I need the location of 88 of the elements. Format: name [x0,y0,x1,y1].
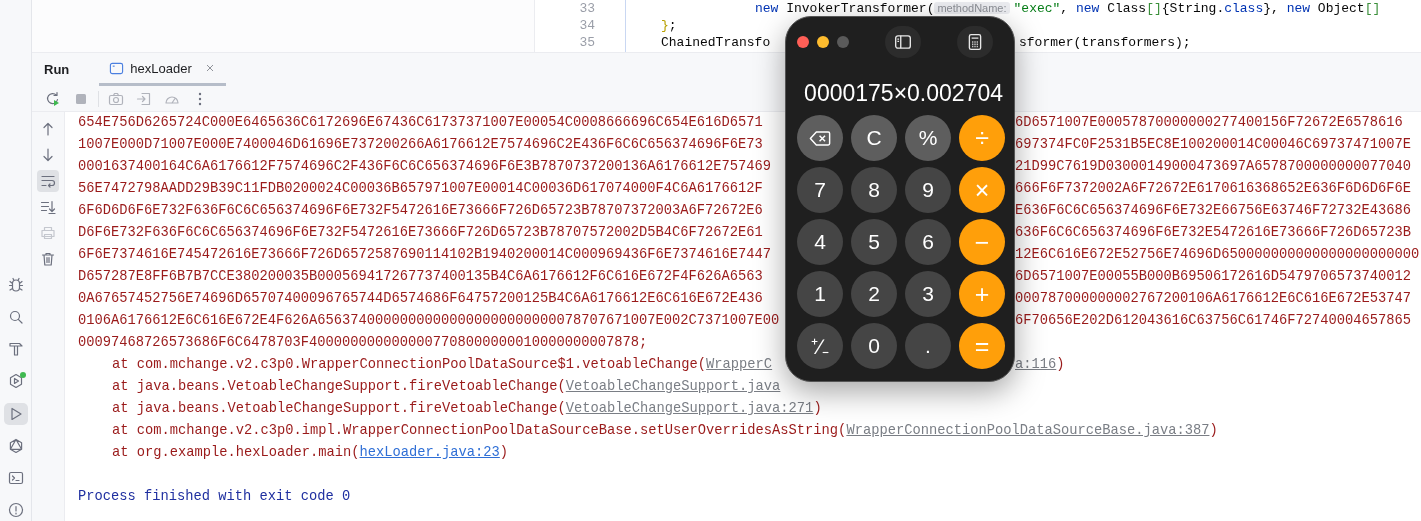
calculator-key[interactable]: 9 [905,167,951,213]
calculator-key[interactable]: 8 [851,167,897,213]
stack-trace-text: at java.beans.VetoableChangeSupport.fireVetoableChange( [112,401,566,416]
code-line: ChainedTransfo [661,34,771,51]
output-text: 6D6571007E00055B000B69506172616D5479706573740012 [1015,268,1412,286]
paren-text: ) [499,445,509,460]
stack-trace-text: at com.mchange.v2.c3p0.impl.WrapperConnectionPoolDataSourceBase.setUserOverridesAsString( [112,423,847,438]
calculator-key[interactable]: % [905,115,951,161]
backspace-key[interactable] [797,115,843,161]
calculator-key[interactable]: 1 [797,271,843,317]
source-link[interactable]: WrapperC [706,357,773,372]
output-text: D6F6E732F636F6C6C656374696F6E732F5472616E73666F726D65723B78707572002D5B4C6F72672E61 [78,224,763,242]
calculator-key[interactable]: ⁺∕₋ [797,323,843,369]
output-text: 666F6F7372002A6F72672E6170616368652E636F6D6D6F6E [1015,180,1412,198]
backspace-icon [809,129,831,147]
calculator-key[interactable]: 7 [797,167,843,213]
output-text: 1007E000D71007E000E7400046D61696E737200266A6176612E7574696C2E436F6C6C656374696F6E73 [78,136,763,154]
output-text: 21D99C7619D03000149000473697A6578700000000077040 [1015,158,1412,176]
trash-icon [40,251,56,267]
output-text: 0001637400164C6A6176612F7574696C2F436F6C6C656374696F6E3B7870737200136A6176612E757469 [78,158,772,176]
arrow-down-icon [40,147,56,163]
terminal-icon [7,469,24,486]
window-control-button[interactable] [817,35,829,48]
paren-text: ) [813,401,822,416]
source-link[interactable]: VetoableChangeSupport.java:271 [565,401,814,416]
stack-trace-text: at com.mchange.v2.c3p0.WrapperConnectionPoolDataSource$1.vetoableChange( [112,357,707,372]
graph-icon [7,437,24,454]
source-link[interactable]: a:116 [1015,357,1057,372]
output-text: 636F6C6C656374696F6E732E5472616E73666F726D65723B [1015,224,1412,242]
hexagon-play-icon [7,373,24,390]
output-text: 6F6E7374616E745472616E73666F726D6572587690114102B1940200014C000969436F6E7374616E7447 [78,246,772,264]
calculator-key[interactable]: 6 [905,219,951,265]
calculator-icon [966,32,984,51]
calculator-key[interactable]: 2 [851,271,897,317]
window-icon [109,60,125,76]
rerun-icon [45,90,61,107]
window-control-button[interactable] [797,35,809,48]
paren-text: ) [1056,357,1065,372]
calculator-key[interactable]: 0 [851,323,897,369]
source-link[interactable]: VetoableChangeSupport.java [565,379,781,394]
bug-icon [7,277,24,294]
run-button[interactable] [3,402,28,425]
calculator-key[interactable]: 4 [797,219,843,265]
calculator-key[interactable]: 3 [905,271,951,317]
sidebar-button[interactable] [885,25,921,58]
paren-text: ) [1209,423,1218,438]
output-text: 6D6571007E00057870000000277400156F72672E6578616 [1015,114,1403,132]
output-text: 12E6C616E672E52756E74696D650000000000000000000000 [1015,246,1420,264]
exit-status-text: Process finished with exit code 0 [78,488,351,506]
hammer-icon [7,341,24,358]
output-text: D657287E8FF6B7B7CCE380200035B000569417267737400135B4C6A6176612F6C616E672F4F626A6563 [78,268,763,286]
printer-icon [40,225,56,241]
line-number: 34 [578,17,595,34]
calculator-mode-button[interactable] [957,25,993,58]
calculator-key[interactable]: 5 [851,219,897,265]
output-text: 000787000000002767200106A6176612E6C616E672E53747 [1015,290,1412,308]
output-text: 6F6D6D6F6E732F636F6C6C656374696F6E732F5472616E73666F726D65723B78707372003A6F72672E6 [78,202,763,220]
warning-icon [7,501,24,518]
status-dot [19,372,26,379]
wrap-icon [40,173,56,189]
output-text: 6F70656E202D612043616C63756C61746F72740004657865 [1015,312,1412,330]
stack-trace-text: at java.beans.VetoableChangeSupport.fireVetoableChange( [112,379,566,394]
code-line: new InvokerTransformer( methodName: "exec", new Class[]{String.class}, new Object[] [755,0,1381,17]
output-text: 00097468726573686F6C6478703F4000000000000007708000000010000000007878; [78,334,648,352]
calculator-key[interactable]: . [905,323,951,369]
calculator-key[interactable]: C [851,115,897,161]
arrow-up-icon [40,121,56,137]
source-link[interactable]: WrapperConnectionPoolDataSourceBase.java:387 [846,423,1210,438]
stack-trace-text: at org.example.hexLoader.main( [112,445,360,460]
output-text: 654E756D6265724C000E6465636C6172696E67436C61737371007E00054C0008666696C654E616D6571 [78,114,763,132]
code-line: }; [661,17,677,34]
output-text: 56E7472798AADD29B39C11FDB0200024C00036B657971007E00014C00036D617074000F4C6A6176612F [78,180,763,198]
source-link[interactable]: hexLoader.java:23 [359,445,500,460]
soft-wrap-button[interactable] [37,170,59,192]
output-text: 0A67657452756E74696D65707400096765744D6574686F64757200125B4C6A6176612E6C616E672E436 [78,290,763,308]
scroll-end-icon [40,199,56,215]
camera-icon [108,90,124,107]
line-number: 33 [578,0,595,17]
output-text: 0106A6176612E6C616E672E4F626A65637400000000000000000000000078707671007E002C7371007E00 [78,312,780,330]
code-line: sformer(transformers); [1019,34,1191,51]
output-text: E636F6C6C656374696F6E732E66756E63746F72732E43686 [1015,202,1412,220]
line-number: 35 [578,34,595,51]
panel-title: Run [44,62,70,77]
sidebar-icon [894,32,912,51]
calculator-display: 0000175×0.002704 [804,80,1003,107]
login-icon [136,90,152,107]
output-text: 697374FC0F2531B5EC8E100200014C00046C69737471007E [1015,136,1412,154]
search-icon [7,309,24,326]
